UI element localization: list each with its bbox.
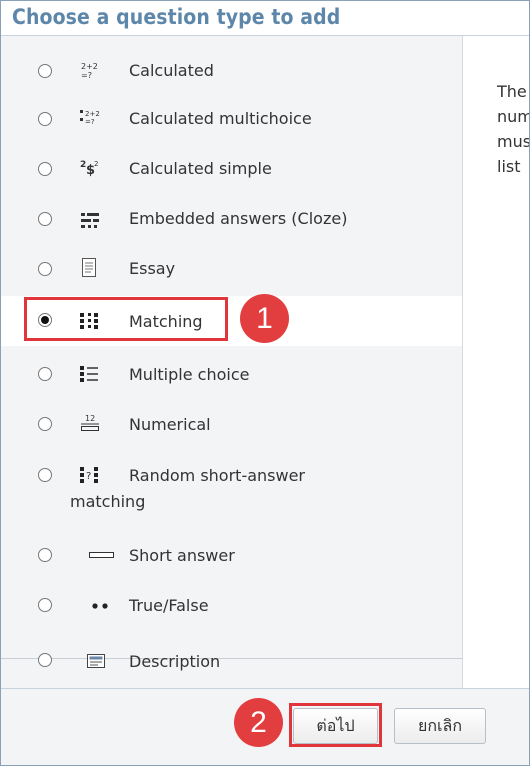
description-line: num <box>497 107 530 126</box>
highlight-box-next <box>289 703 382 747</box>
description-icon <box>85 651 107 671</box>
option-label: Calculated <box>129 61 214 80</box>
cancel-button[interactable]: ยกเลิก <box>394 708 486 744</box>
calculated-icon: 2+2 =? <box>79 60 101 80</box>
svg-text:2+2: 2+2 <box>85 110 100 118</box>
option-label: Calculated multichoice <box>129 109 312 128</box>
description-line: list <box>497 157 521 176</box>
option-label: Description <box>129 652 221 671</box>
option-random-short-answer-matching[interactable]: ? Random short-answer matching <box>1 448 462 524</box>
option-multiple-choice[interactable]: Multiple choice <box>1 348 462 396</box>
step-badge-2: 2 <box>234 698 283 747</box>
essay-icon <box>79 258 101 278</box>
description-line: mus <box>497 132 530 151</box>
cloze-icon <box>79 210 101 230</box>
step-badge-1: 1 <box>240 294 289 343</box>
option-label: Numerical <box>129 415 211 434</box>
radio-calculated-multichoice[interactable] <box>38 112 52 126</box>
svg-text:=?: =? <box>85 118 95 126</box>
option-label: Calculated simple <box>129 159 272 178</box>
option-calculated[interactable]: 2+2 =? Calculated <box>1 36 462 84</box>
svg-text:2+2: 2+2 <box>81 62 98 71</box>
option-label-line2: matching <box>70 492 146 511</box>
question-type-list: 2+2 =? Calculated 2+2 =? Calculated mult… <box>1 36 463 688</box>
radio-calculated[interactable] <box>38 64 52 78</box>
dialog-title: Choose a question type to add <box>12 5 341 29</box>
option-cloze[interactable]: Embedded answers (Cloze) <box>1 186 462 234</box>
short-answer-icon <box>87 545 117 565</box>
svg-text:?: ? <box>86 471 91 482</box>
option-label: Embedded answers (Cloze) <box>129 209 348 228</box>
option-essay[interactable]: Essay <box>1 236 462 284</box>
radio-multiple-choice[interactable] <box>38 367 52 381</box>
true-false-icon <box>87 595 117 615</box>
option-true-false[interactable]: True/False <box>1 580 462 628</box>
radio-true-false[interactable] <box>38 598 52 612</box>
svg-text:12: 12 <box>85 414 95 423</box>
option-label: True/False <box>129 596 209 615</box>
radio-cloze[interactable] <box>38 212 52 226</box>
random-short-answer-matching-icon: ? <box>79 465 101 485</box>
option-numerical[interactable]: 12 Numerical <box>1 398 462 446</box>
option-description[interactable]: Description <box>1 636 462 684</box>
option-calculated-multichoice[interactable]: 2+2 =? Calculated multichoice <box>1 86 462 134</box>
calculated-multichoice-icon: 2+2 =? <box>79 108 101 128</box>
option-label: Essay <box>129 259 176 278</box>
question-type-dialog: Choose a question type to add 2+2 =? Cal… <box>0 0 530 766</box>
radio-description[interactable] <box>38 653 52 667</box>
option-label: Short answer <box>129 546 235 565</box>
svg-text:=?: =? <box>81 71 92 80</box>
radio-essay[interactable] <box>38 262 52 276</box>
svg-text:2: 2 <box>94 160 98 168</box>
radio-random-short-answer-matching[interactable] <box>38 468 52 482</box>
radio-calculated-simple[interactable] <box>38 162 52 176</box>
option-label: Multiple choice <box>129 365 250 384</box>
option-calculated-simple[interactable]: 2 $ 2 Calculated simple <box>1 136 462 184</box>
option-short-answer[interactable]: Short answer <box>1 530 462 578</box>
description-line: The <box>497 82 527 101</box>
option-label: Random short-answer <box>129 466 306 485</box>
dialog-header: Choose a question type to add <box>1 1 529 36</box>
calculated-simple-icon: 2 $ 2 <box>79 158 101 178</box>
radio-short-answer[interactable] <box>38 548 52 562</box>
highlight-box-matching <box>24 297 228 341</box>
multiple-choice-icon <box>79 364 101 384</box>
type-description: The num mus list <box>497 79 530 179</box>
radio-numerical[interactable] <box>38 417 52 431</box>
numerical-icon: 12 <box>79 413 101 433</box>
